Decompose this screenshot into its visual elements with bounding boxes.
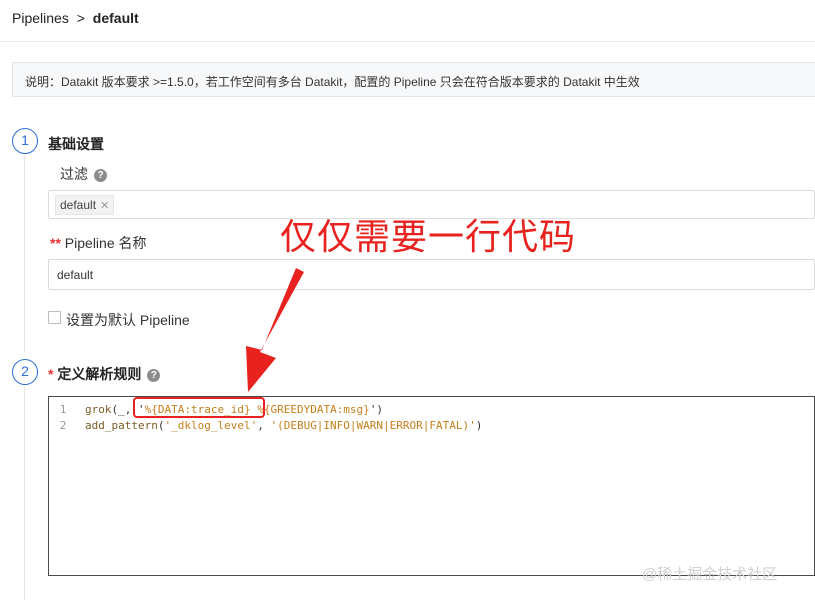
filter-label: 过滤? [60, 164, 107, 184]
step-connector-line [24, 387, 25, 600]
required-marker: ** [50, 235, 61, 251]
code-line-2: 2 add_pattern('_dklog_level', '(DEBUG|INF… [49, 419, 483, 432]
filter-label-text: 过滤 [60, 166, 88, 182]
breadcrumb: Pipelines > default [12, 10, 139, 26]
line-number: 2 [59, 419, 67, 432]
pipeline-name-label-text: Pipeline 名称 [64, 235, 147, 251]
pipeline-name-label: ** Pipeline 名称 [50, 233, 147, 253]
step-2-title: * 定义解析规则? [48, 364, 161, 384]
help-icon[interactable]: ? [147, 369, 161, 382]
code-function: grok [85, 403, 112, 416]
code-punctuation: ') [369, 403, 384, 416]
highlight-box [133, 397, 265, 418]
breadcrumb-root-link[interactable]: Pipelines [12, 10, 69, 26]
watermark: @稀土掘金技术社区 [642, 566, 778, 583]
code-editor[interactable]: 1 grok(_, '%{DATA:trace_id} %{GREEDYDATA:… [48, 396, 815, 576]
filter-tag: default ✕ [55, 195, 115, 215]
code-punctuation: ) [475, 419, 483, 432]
code-string: '(DEBUG|INFO|WARN|ERROR|FATAL)' [270, 419, 476, 432]
breadcrumb-separator: > [76, 10, 85, 26]
filter-tag-label: default [60, 198, 97, 212]
step-2-indicator: 2 [12, 359, 38, 385]
line-number: 1 [59, 403, 67, 416]
step-2-title-text: 定义解析规则 [57, 366, 142, 382]
step-1-indicator: 1 [12, 128, 38, 154]
default-pipeline-label: 设置为默认 Pipeline [66, 312, 190, 328]
pipeline-name-input[interactable]: default [48, 259, 815, 290]
code-pattern-msg: %{GREEDYDATA:msg} [257, 403, 370, 416]
required-marker: * [48, 366, 54, 382]
code-string: '_dklog_level' [164, 419, 258, 432]
step-1-title: 基础设置 [48, 136, 104, 152]
step-connector-line [24, 156, 25, 352]
annotation-text: 仅仅需要一行代码 [280, 217, 577, 258]
code-function: add_pattern [85, 419, 158, 432]
code-punctuation: , [257, 419, 271, 432]
default-pipeline-checkbox[interactable] [48, 311, 61, 324]
version-notice: 说明：Datakit 版本要求 >=1.5.0，若工作空间有多台 Datakit… [12, 62, 815, 97]
pipeline-name-value: default [57, 268, 94, 282]
breadcrumb-current: default [92, 10, 139, 26]
help-icon[interactable]: ? [94, 169, 107, 182]
close-icon[interactable]: ✕ [100, 200, 109, 212]
header-divider [0, 41, 815, 42]
